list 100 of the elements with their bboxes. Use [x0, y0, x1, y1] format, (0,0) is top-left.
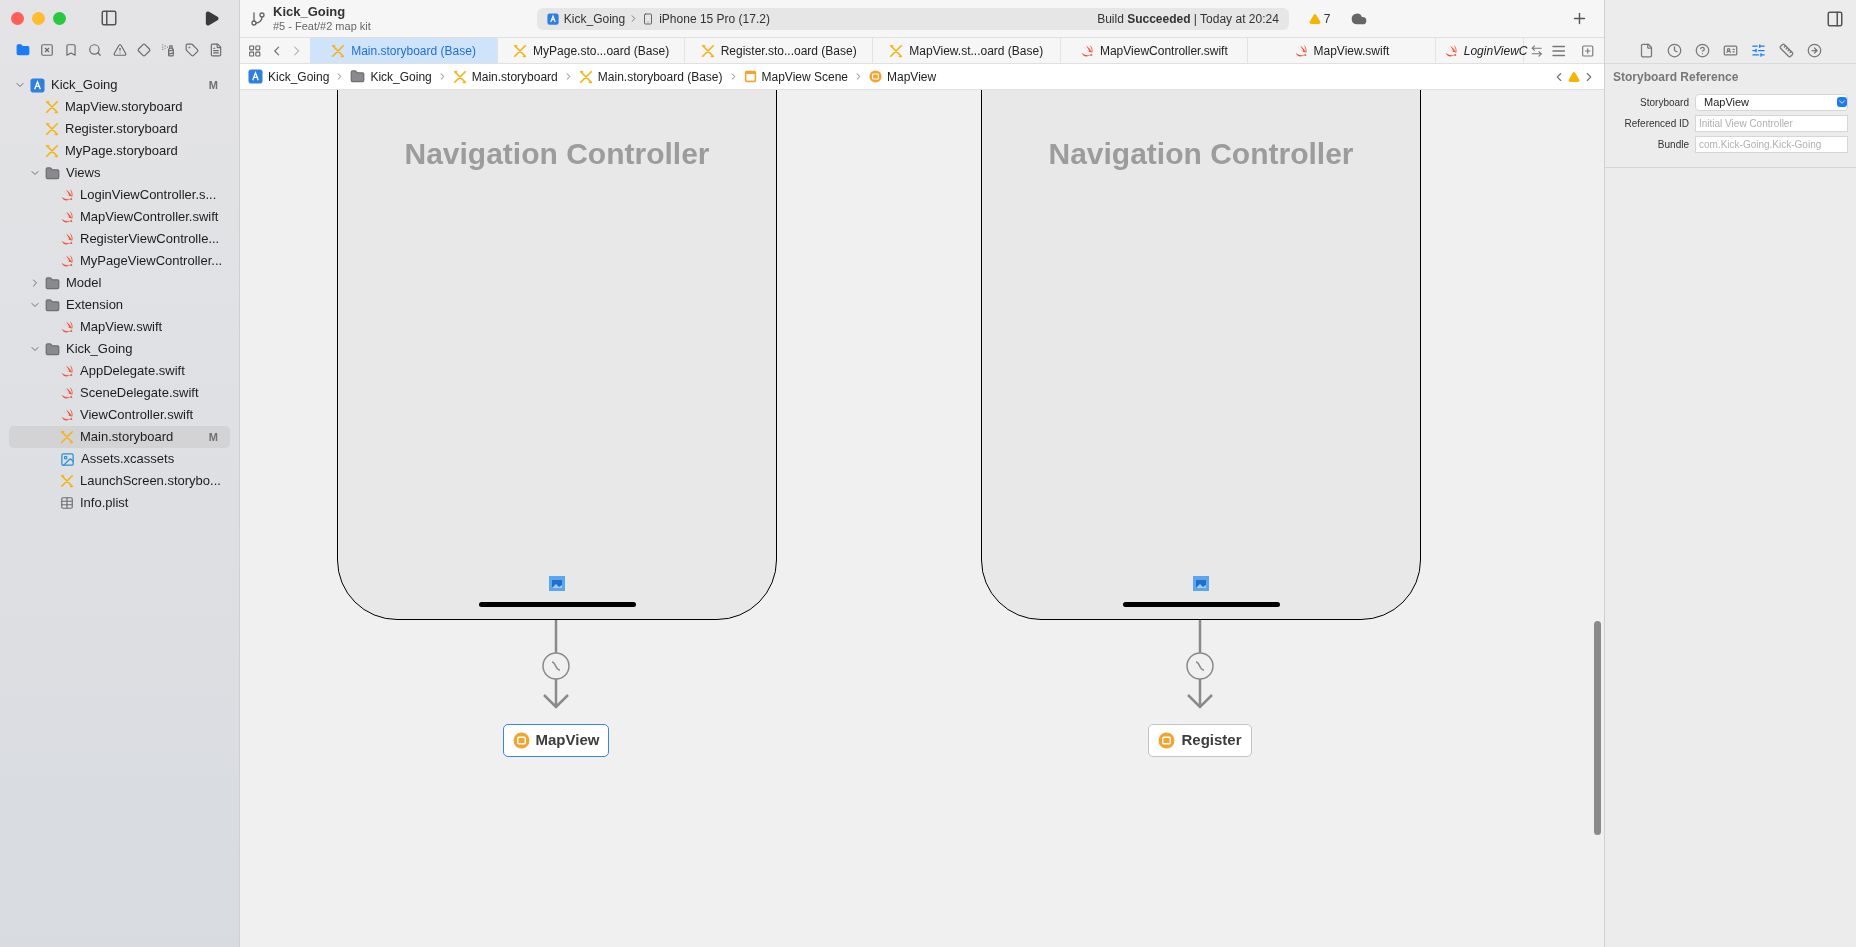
- file-name: MyPage.storyboard: [65, 142, 178, 161]
- scene-title: Navigation Controller: [404, 136, 710, 172]
- breadcrumb-item[interactable]: MapView: [869, 67, 937, 86]
- file-name: Extension: [66, 296, 124, 315]
- warnings-indicator[interactable]: 7: [1308, 9, 1331, 28]
- image-view-icon: [549, 576, 565, 591]
- file-tree-item[interactable]: MapView.swift: [9, 316, 230, 338]
- file-tree-item[interactable]: MapView.storyboard: [9, 96, 230, 118]
- breadcrumb-item[interactable]: Kick_Going: [248, 67, 330, 86]
- file-tree-item[interactable]: Views: [9, 162, 230, 184]
- scheme-selector[interactable]: Kick_Going: [546, 9, 626, 28]
- clock-icon[interactable]: [1667, 43, 1682, 58]
- scrollbar-thumb[interactable]: [1594, 621, 1601, 835]
- field-label: Storyboard: [1639, 95, 1690, 110]
- source-control-icon[interactable]: [40, 43, 55, 57]
- section-title: Storyboard Reference: [1613, 69, 1740, 86]
- file-tree-item[interactable]: LoginViewController.s...: [9, 184, 230, 206]
- file-tree-item[interactable]: MyPage.storyboard: [9, 140, 230, 162]
- file-tree-item[interactable]: SceneDelegate.swift: [9, 382, 230, 404]
- modified-status-label: M: [208, 429, 218, 445]
- bookmark-icon[interactable]: [64, 43, 79, 57]
- text-field[interactable]: Initial View Controller: [1695, 114, 1848, 132]
- file-tree-item[interactable]: Model: [9, 272, 230, 294]
- folder-icon: [45, 297, 60, 313]
- folder-icon[interactable]: [16, 43, 30, 57]
- swift-file-icon: [1079, 43, 1094, 58]
- scene-icon: [743, 70, 757, 83]
- warning-icon[interactable]: [112, 43, 127, 57]
- search-icon[interactable]: [88, 43, 103, 57]
- file-tree-item[interactable]: MyPageViewController...: [9, 250, 230, 272]
- file-name: MapView.swift: [80, 318, 163, 337]
- sidebar-toggle-icon[interactable]: [100, 9, 118, 27]
- file-tree-item[interactable]: Main.storyboard M: [9, 426, 230, 448]
- image-view-icon: [1193, 576, 1209, 591]
- storyboard-reference-node[interactable]: Register: [1148, 724, 1252, 757]
- close-window-button[interactable]: [11, 11, 24, 25]
- tag-icon[interactable]: [184, 43, 199, 57]
- storyboard-popup[interactable]: MapView: [1695, 93, 1848, 111]
- file-tree-item[interactable]: Info.plist: [9, 492, 230, 514]
- breadcrumb-item[interactable]: Main.storyboard (Base): [578, 67, 723, 86]
- editor-tab[interactable]: MapViewController.swift: [1060, 38, 1249, 63]
- file-tree-item[interactable]: Assets.xcassets: [9, 448, 230, 470]
- swift-file-icon: [1443, 43, 1458, 58]
- file-tree-item[interactable]: Kick_Going M: [9, 74, 230, 96]
- text-field[interactable]: com.Kick-Going.Kick-Going: [1695, 135, 1848, 153]
- id-card-icon[interactable]: [1723, 43, 1738, 58]
- storyboard-reference-icon: [869, 70, 882, 83]
- grid-icon[interactable]: [248, 43, 262, 58]
- file-name: Main.storyboard: [80, 428, 174, 447]
- branch-icon[interactable]: [250, 10, 266, 27]
- storyboard-icon: [45, 122, 59, 136]
- ruler-icon[interactable]: [1779, 43, 1794, 58]
- editor-tab[interactable]: MapView.swift: [1248, 38, 1436, 63]
- tab-label: MapView.swift: [1313, 42, 1390, 60]
- file-name: MyPageViewController...: [80, 252, 223, 271]
- file-name: Kick_Going: [51, 76, 118, 95]
- swift-file-icon: [60, 386, 74, 400]
- storyboard-icon: [60, 474, 74, 488]
- inspector-toggle-icon[interactable]: [1826, 10, 1844, 28]
- file-icon[interactable]: [1639, 43, 1654, 58]
- file-name: Model: [66, 274, 102, 293]
- editor-tab[interactable]: Main.storyboard (Base): [310, 38, 498, 63]
- breadcrumb-item[interactable]: MapView Scene: [743, 67, 848, 86]
- device-selector[interactable]: iPhone 15 Pro (17.2): [642, 9, 770, 28]
- editor-tab[interactable]: Register.sto...oard (Base): [685, 38, 873, 63]
- file-tree-item[interactable]: ViewController.swift: [9, 404, 230, 426]
- file-name: Kick_Going: [66, 340, 133, 359]
- file-name: ViewController.swift: [80, 406, 194, 425]
- file-tree-item[interactable]: LaunchScreen.storybo...: [9, 470, 230, 492]
- arrow-circle-icon[interactable]: [1807, 43, 1822, 58]
- storyboard-icon: [331, 43, 346, 58]
- help-icon[interactable]: [1695, 43, 1710, 58]
- breadcrumb-item[interactable]: Kick_Going: [350, 67, 432, 86]
- sliders-icon[interactable]: [1751, 43, 1766, 58]
- add-editor-icon[interactable]: [1580, 43, 1595, 58]
- editor-tab[interactable]: MyPage.sto...oard (Base): [497, 38, 686, 63]
- file-tree-item[interactable]: Register.storyboard: [9, 118, 230, 140]
- diamond-icon[interactable]: [136, 43, 151, 57]
- editor-tab[interactable]: MapView.st...oard (Base): [873, 38, 1061, 63]
- breadcrumb-item[interactable]: Main.storyboard: [452, 67, 558, 86]
- storyboard-reference-node[interactable]: MapView: [502, 724, 610, 757]
- file-name: Assets.xcassets: [81, 450, 175, 469]
- add-icon[interactable]: [1571, 10, 1588, 27]
- storyboard-icon: [452, 69, 467, 84]
- report-icon[interactable]: [209, 43, 223, 57]
- file-tree-item[interactable]: Kick_Going: [9, 338, 230, 360]
- storyboard-canvas[interactable]: Navigation Controller MapView Navigation Controller Register: [240, 90, 1604, 947]
- file-tree-item[interactable]: Extension: [9, 294, 230, 316]
- project-icon: [248, 69, 263, 84]
- folder-icon: [45, 165, 60, 181]
- spray-icon[interactable]: [160, 43, 175, 57]
- swap-icon[interactable]: [1529, 43, 1544, 58]
- file-tree-item[interactable]: MapViewController.swift: [9, 206, 230, 228]
- project-icon: [30, 77, 45, 93]
- modified-status-label: M: [208, 77, 218, 93]
- run-icon[interactable]: [203, 9, 220, 27]
- file-tree-item[interactable]: AppDelegate.swift: [9, 360, 230, 382]
- file-name: MapView.storyboard: [65, 98, 183, 117]
- file-tree-item[interactable]: RegisterViewControlle...: [9, 228, 230, 250]
- file-name: Info.plist: [80, 494, 129, 513]
